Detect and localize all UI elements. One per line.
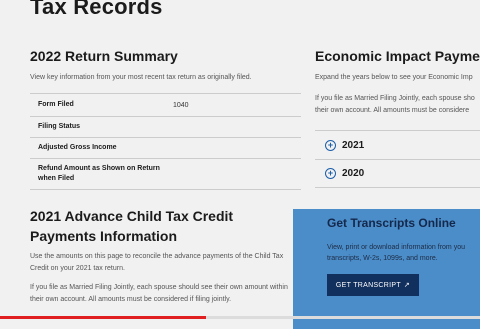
plus-circle-icon: + xyxy=(325,167,336,179)
transcripts-title: Get Transcripts Online xyxy=(327,216,456,230)
row-label: Filing Status xyxy=(38,123,80,130)
eip-year-2021-accordion[interactable]: + 2021 xyxy=(315,130,480,160)
page-title: Tax Records xyxy=(30,0,163,19)
transcripts-content: Get Transcripts Online View, print or do… xyxy=(293,209,480,329)
get-transcript-label: GET TRANSCRIPT xyxy=(335,281,401,289)
table-row: Filing Status xyxy=(30,117,301,138)
ctc-title: 2021 Advance Child Tax Credit Payments I… xyxy=(30,208,234,244)
accordion-label: 2020 xyxy=(342,167,365,179)
ctc-joint-note: If you file as Married Filing Jointly, e… xyxy=(30,284,288,303)
table-row: Form Filed 1040 xyxy=(30,94,301,117)
external-link-icon: ↗ xyxy=(403,282,411,289)
table-row: Refund Amount as Shown on Return when Fi… xyxy=(30,159,301,190)
get-transcript-button[interactable]: GET TRANSCRIPT ↗ xyxy=(327,274,419,296)
transcripts-description: View, print or download information from… xyxy=(327,244,465,262)
eip-year-2020-accordion[interactable]: + 2020 xyxy=(315,159,480,188)
ctc-description: Use the amounts on this page to reconcil… xyxy=(30,253,284,272)
row-label: Adjusted Gross Income xyxy=(38,144,117,151)
eip-description: Expand the years below to see your Econo… xyxy=(315,74,473,81)
return-summary-description: View key information from your most rece… xyxy=(30,74,252,81)
return-summary-table: Form Filed 1040 Filing Status Adjusted G… xyxy=(30,93,301,190)
table-row: Adjusted Gross Income xyxy=(30,138,301,159)
accordion-label: 2021 xyxy=(342,139,365,151)
row-label: Refund Amount as Shown on Return when Fi… xyxy=(38,165,160,182)
row-value: 1040 xyxy=(173,101,189,109)
return-summary-title: 2022 Return Summary xyxy=(30,48,178,64)
eip-title: Economic Impact Payment xyxy=(315,48,480,64)
eip-joint-note: If you file as Married Filing Jointly, e… xyxy=(315,95,475,114)
plus-circle-icon: + xyxy=(325,139,336,151)
row-label: Form Filed xyxy=(38,101,74,108)
